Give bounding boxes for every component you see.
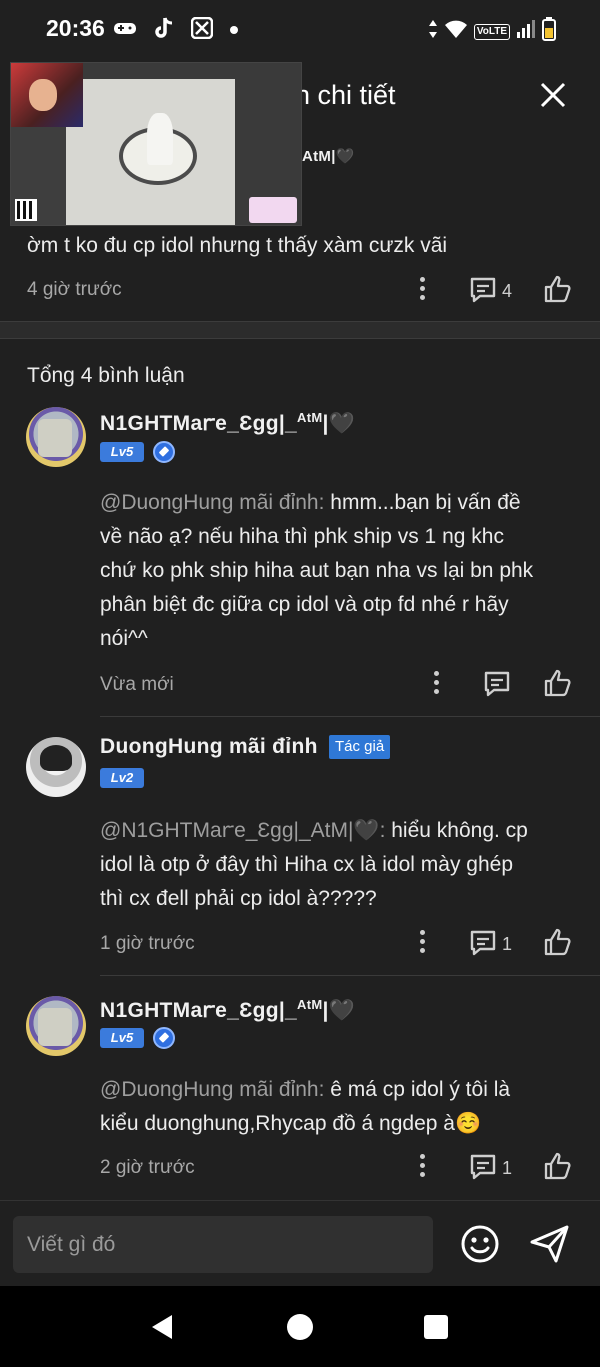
wifi-icon	[444, 19, 468, 44]
avatar[interactable]	[26, 996, 86, 1056]
close-icon	[540, 82, 566, 108]
reply-mention[interactable]: @N1GHTMaꭈe_Ɛgg|_AtM|🖤:	[100, 819, 385, 842]
qr-code-icon	[15, 199, 37, 221]
diamond-icon	[153, 1027, 175, 1049]
reply-time: Vừa mới	[100, 674, 174, 695]
signal-icon	[516, 19, 536, 44]
tiktok-icon	[153, 16, 175, 45]
level-badge: Lv5	[100, 1028, 144, 1048]
send-icon	[530, 1225, 569, 1263]
reply-comment-button[interactable]	[469, 929, 497, 962]
reply-username[interactable]: DuongHung mãi đỉnh	[100, 735, 318, 759]
floating-video-player[interactable]	[10, 62, 302, 226]
dot-icon	[229, 22, 239, 40]
reply-comment-button[interactable]	[469, 276, 497, 309]
reply-count: 1	[502, 934, 513, 954]
level-badge: Lv2	[100, 768, 144, 788]
home-button[interactable]	[286, 1313, 314, 1346]
reply-divider	[100, 975, 600, 976]
game-figure	[147, 113, 173, 165]
home-circle-icon	[287, 1314, 313, 1340]
more-options-icon[interactable]	[418, 930, 426, 954]
top-comment-time: 4 giờ trước	[27, 279, 122, 300]
total-comments-label: Tổng 4 bình luận	[27, 364, 185, 387]
comment-icon	[470, 1154, 496, 1180]
like-button[interactable]	[542, 1151, 572, 1186]
comment-input[interactable]: Viết gì đó	[13, 1216, 433, 1273]
reply-username[interactable]: N1GHTMaꭈe_Ɛgg|_AtM|🖤	[100, 996, 355, 1024]
recents-button[interactable]	[423, 1314, 449, 1345]
emoji-button[interactable]	[460, 1224, 500, 1269]
data-arrows-icon	[428, 19, 438, 44]
reply-divider	[100, 716, 600, 717]
section-divider	[0, 321, 600, 339]
back-button[interactable]	[148, 1313, 176, 1346]
thumbs-up-icon	[544, 275, 571, 303]
thumbs-up-icon	[544, 669, 571, 697]
top-comment-text: ờm t ko đu cp idol nhưng t thấy xàm cưzk…	[27, 234, 448, 257]
like-button[interactable]	[542, 927, 572, 962]
video-popup	[249, 197, 297, 223]
system-nav-bar	[0, 1286, 600, 1367]
close-button[interactable]	[532, 74, 574, 116]
back-triangle-icon	[152, 1315, 172, 1339]
avatar[interactable]	[26, 737, 86, 797]
author-badge: Tác giả	[329, 735, 391, 759]
reply-mention[interactable]: @DuongHung mãi đỉnh:	[100, 491, 324, 514]
reply-time: 2 giờ trước	[100, 1157, 195, 1178]
streamer-webcam	[11, 63, 83, 127]
more-options-icon[interactable]	[432, 671, 440, 695]
status-time: 20:36	[46, 15, 105, 41]
reply-text: @N1GHTMaꭈe_Ɛgg|_AtM|🖤: hiểu không. cp id…	[100, 819, 528, 910]
thumbs-up-icon	[544, 928, 571, 956]
game-controller-icon	[113, 20, 137, 41]
top-comment-reply-count: 4	[502, 281, 513, 301]
reply-count: 1	[502, 1158, 513, 1178]
reply-text: @DuongHung mãi đỉnh: ê má cp idol ý tôi …	[100, 1078, 511, 1135]
emoji-icon	[461, 1225, 499, 1263]
page-title: n chi tiết	[295, 80, 396, 110]
more-options-icon[interactable]	[418, 1154, 426, 1178]
status-bar: 20:36 VoLTE	[0, 0, 600, 62]
reply-mention[interactable]: @DuongHung mãi đỉnh:	[100, 1078, 324, 1101]
top-comment-username-tail: AtM|🖤	[302, 148, 355, 165]
send-button[interactable]	[529, 1224, 571, 1269]
reply-time: 1 giờ trước	[100, 933, 195, 954]
thumbs-up-icon	[544, 1152, 571, 1180]
comment-icon	[470, 930, 496, 956]
like-button[interactable]	[542, 274, 572, 309]
recents-square-icon	[424, 1315, 448, 1339]
comment-icon	[484, 671, 510, 697]
app-icon	[190, 16, 214, 44]
more-options-icon[interactable]	[418, 277, 426, 301]
like-button[interactable]	[542, 668, 572, 703]
volte-icon: VoLTE	[473, 23, 510, 40]
avatar[interactable]	[26, 407, 86, 467]
comment-icon	[470, 277, 496, 303]
diamond-icon	[153, 441, 175, 463]
reply-comment-button[interactable]	[483, 670, 511, 703]
level-badge: Lv5	[100, 442, 144, 462]
comment-input-placeholder: Viết gì đó	[27, 1233, 116, 1256]
battery-icon	[542, 17, 556, 46]
reply-comment-button[interactable]	[469, 1153, 497, 1186]
reply-text: @DuongHung mãi đỉnh: hmm...bạn bị vấn đề…	[100, 491, 534, 650]
reply-username[interactable]: N1GHTMaꭈe_Ɛgg|_AtM|🖤	[100, 409, 355, 437]
